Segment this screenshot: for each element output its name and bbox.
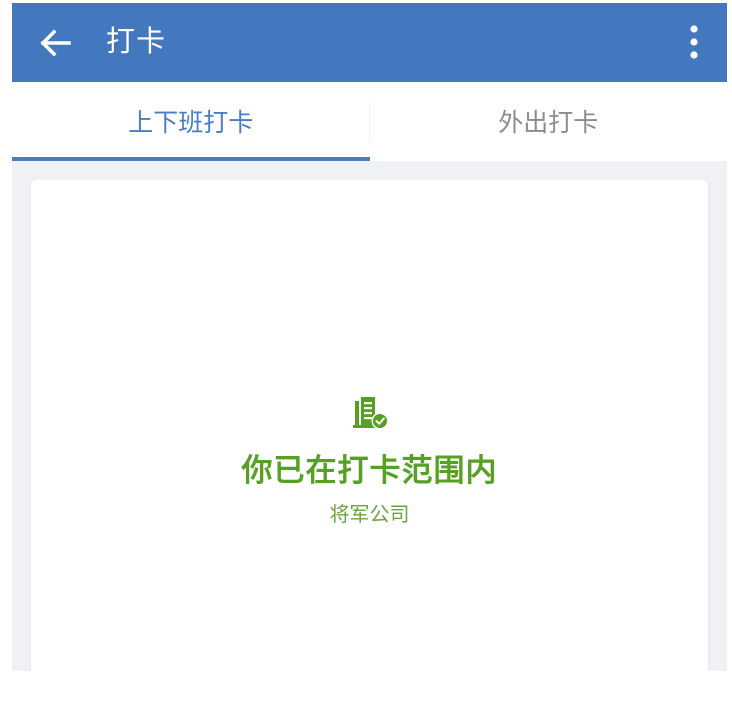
page-title: 打卡 <box>106 24 167 58</box>
tab-divider <box>369 103 370 143</box>
more-vertical-icon <box>690 25 698 59</box>
tab-commute-clock-in[interactable]: 上下班打卡 <box>12 82 370 161</box>
more-options-button[interactable] <box>683 21 705 63</box>
status-title: 你已在打卡范围内 <box>241 453 498 489</box>
location-name: 将军公司 <box>329 502 410 526</box>
clock-in-status: 你已在打卡范围内 将军公司 <box>31 395 708 527</box>
app-screen: 打卡 上下班打卡 外出打卡 你已在打卡范围内 将军公司 <box>12 3 727 671</box>
back-button[interactable] <box>34 23 76 63</box>
clock-in-card: 你已在打卡范围内 将军公司 <box>31 180 708 671</box>
arrow-left-icon <box>40 29 71 57</box>
active-tab-indicator <box>12 157 370 161</box>
building-check-icon <box>352 397 388 430</box>
app-bar: 打卡 <box>12 3 727 82</box>
tab-field-clock-in[interactable]: 外出打卡 <box>370 82 728 161</box>
